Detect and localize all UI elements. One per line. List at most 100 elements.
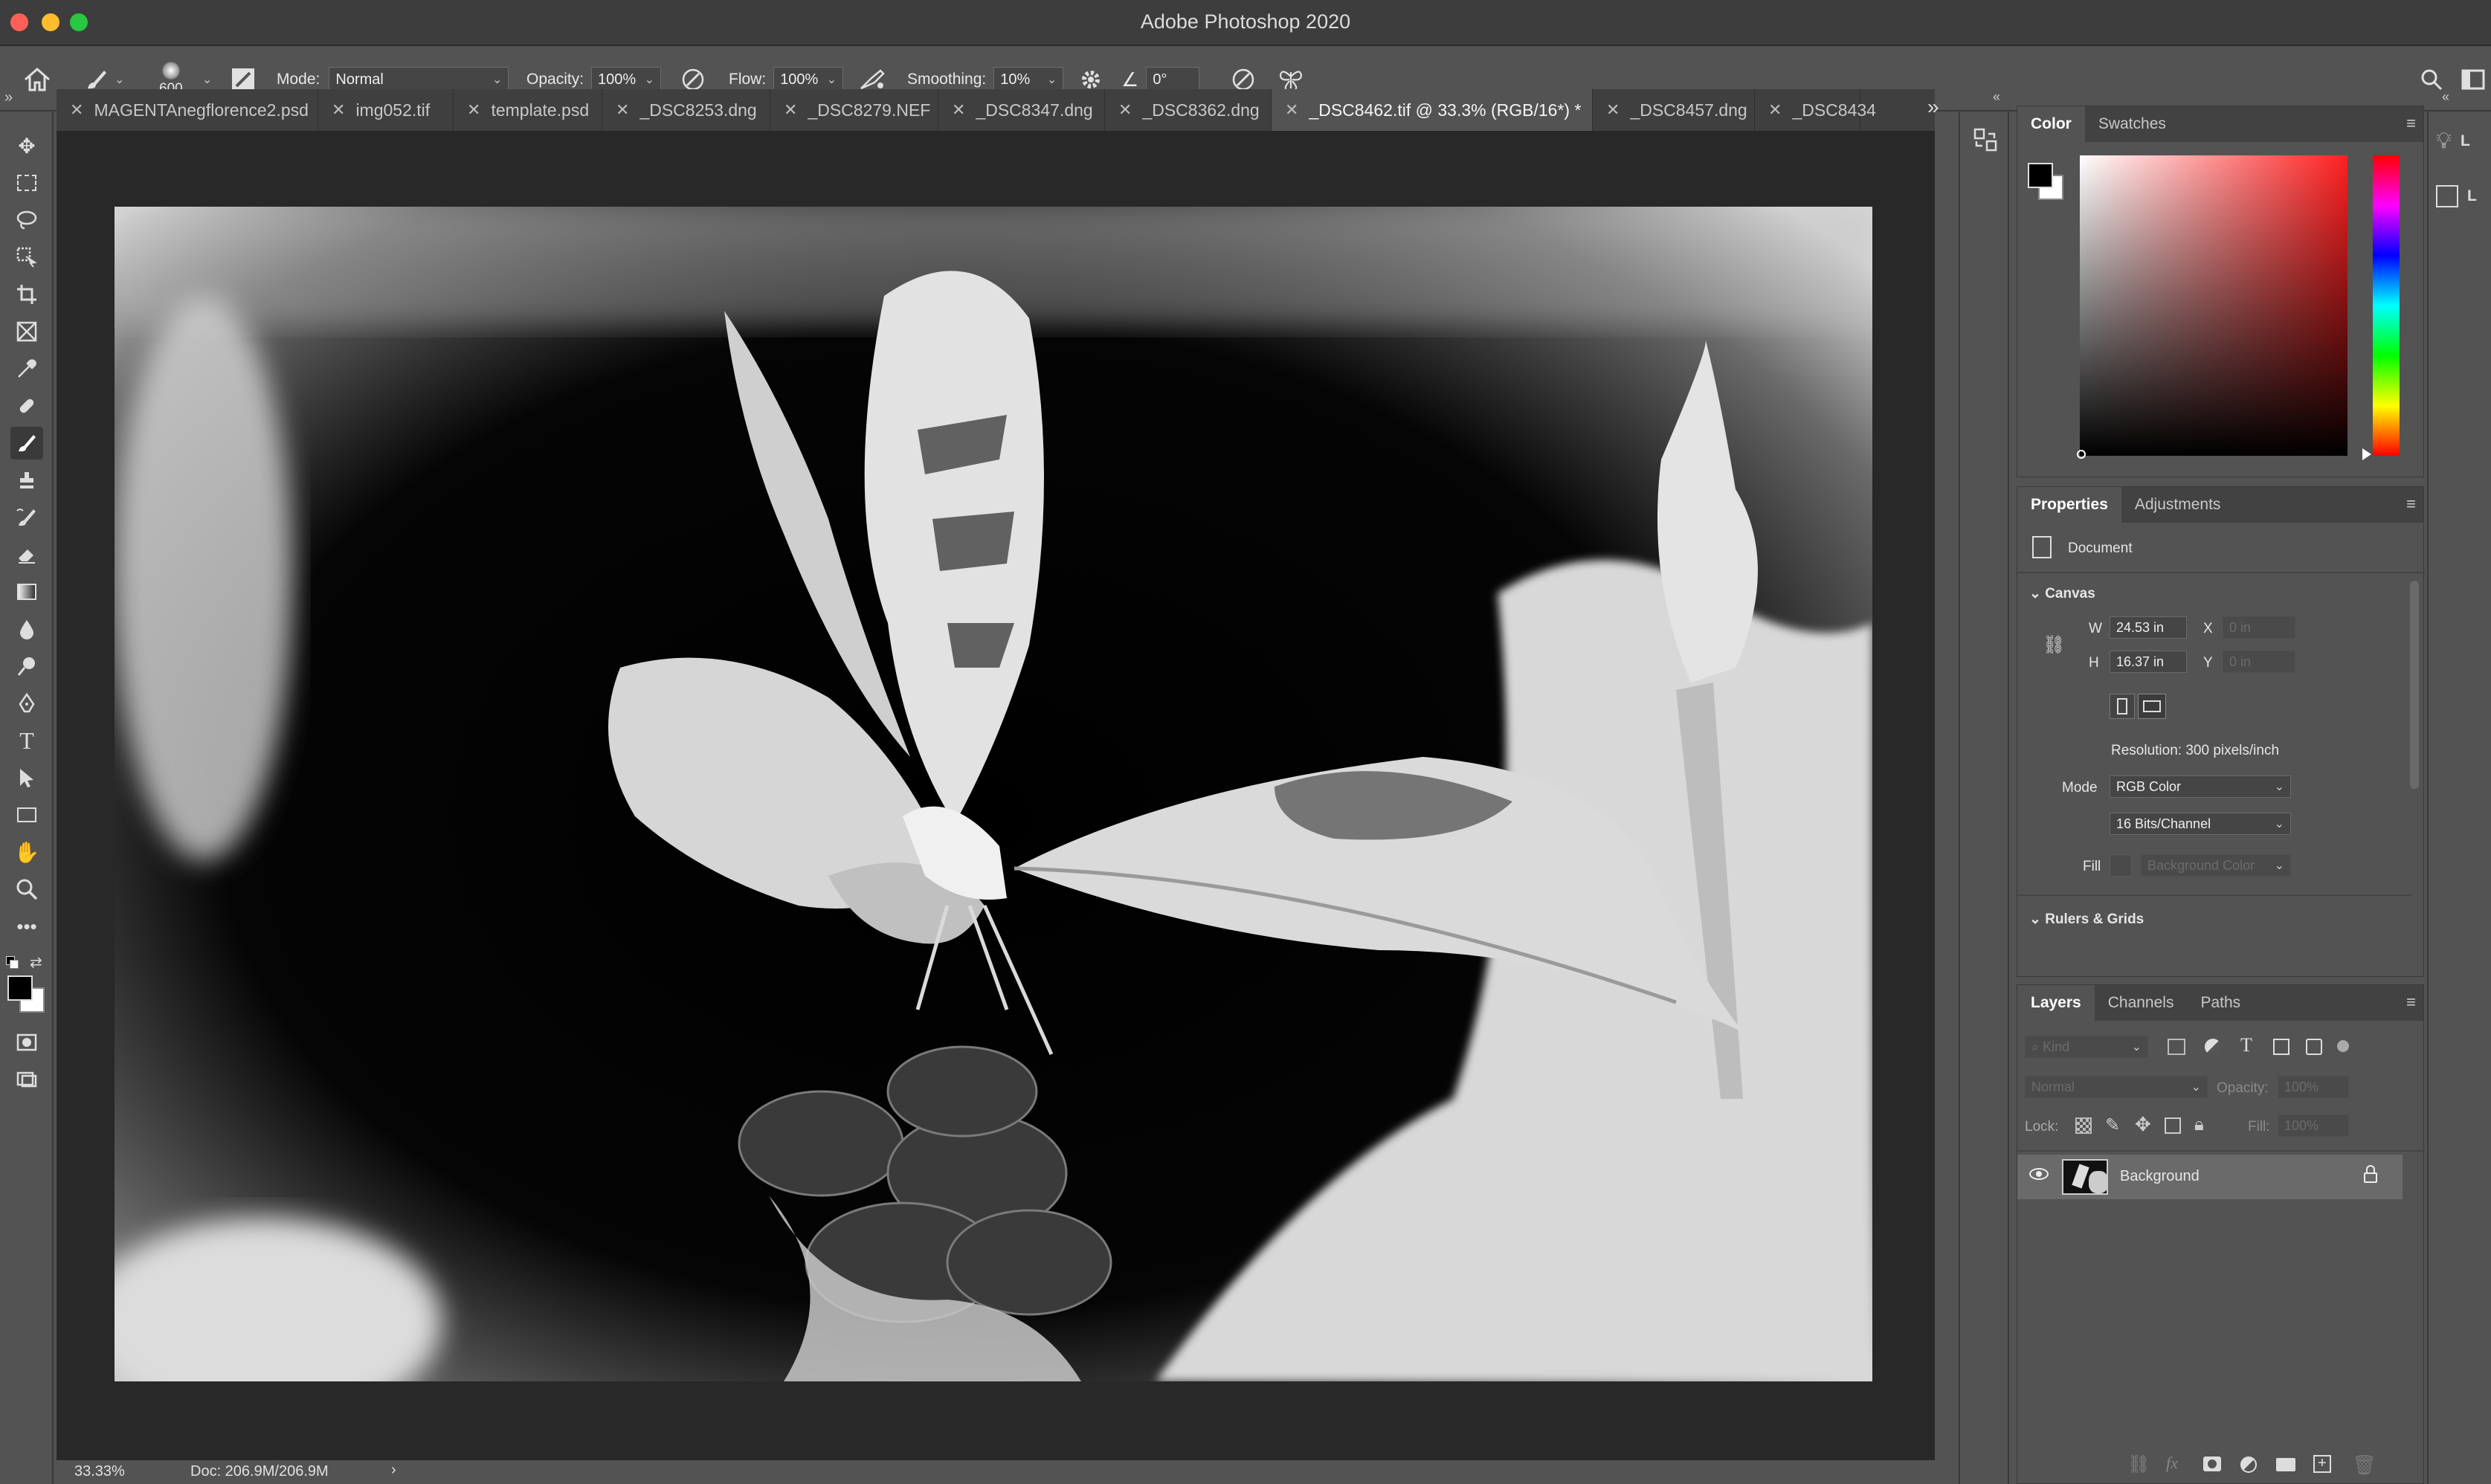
quick-mask-icon[interactable] [10,1026,43,1059]
filter-type-icon[interactable]: T [2240,1034,2252,1056]
close-tab-icon[interactable]: ✕ [1285,100,1298,120]
lock-all-icon[interactable]: 🔒︎ [2194,1114,2204,1135]
adjustment-layer-icon[interactable] [2240,1456,2257,1473]
foreground-color-swatch[interactable] [7,975,33,1001]
filter-toggle-icon[interactable] [2337,1040,2349,1052]
hue-slider[interactable] [2373,155,2400,456]
tab-paths[interactable]: Paths [2187,985,2254,1021]
move-tool-icon[interactable]: ✥ [10,129,43,162]
opacity-input[interactable]: 100% ⌄ [591,67,662,92]
filter-smart-object-icon[interactable] [2306,1039,2322,1055]
collapse-toolbar-icon[interactable]: » [4,89,13,106]
layer-row[interactable]: Background [2017,1155,2403,1199]
panel-menu-icon[interactable]: ≡ [2406,114,2416,133]
search-icon[interactable] [2420,48,2443,112]
landscape-orientation-icon[interactable] [2138,694,2166,719]
lock-image-pixels-icon[interactable]: ✎ [2105,1114,2120,1136]
tab-layers[interactable]: Layers [2017,985,2095,1021]
delete-layer-icon[interactable]: 🗑︎ [2352,1454,2376,1477]
properties-scrollbar[interactable] [2410,581,2419,789]
close-tab-icon[interactable]: ✕ [784,100,797,120]
color-field[interactable] [2080,155,2347,456]
default-colors-icon[interactable] [6,956,19,970]
dodge-tool-icon[interactable] [10,650,43,683]
lock-artboard-icon[interactable] [2165,1117,2181,1134]
layer-style-icon[interactable]: fx [2166,1454,2178,1473]
tab-document-active[interactable]: ✕ _DSC8462.tif @ 33.3% (RGB/16*) * [1272,89,1593,131]
bit-depth-select[interactable]: 16 Bits/Channel ⌄ [2110,813,2291,835]
marquee-tool-icon[interactable] [10,167,43,199]
rulers-grids-section-toggle[interactable]: ⌄ Rulers & Grids [2029,911,2144,928]
eraser-tool-icon[interactable] [10,538,43,571]
zoom-tool-icon[interactable] [10,873,43,906]
link-dimensions-icon[interactable]: ⛓ [2043,634,2065,656]
close-tab-icon[interactable]: ✕ [70,100,83,120]
layer-kind-filter[interactable]: ⌕ Kind ⌄ [2025,1036,2148,1058]
rectangle-tool-icon[interactable] [10,799,43,831]
tab-document[interactable]: ✕ _DSC8457.dng [1593,89,1755,131]
canvas-height-input[interactable]: 16.37 in [2110,651,2187,673]
close-tab-icon[interactable]: ✕ [616,100,629,120]
portrait-orientation-icon[interactable] [2110,694,2135,719]
tab-document[interactable]: ✕ MAGENTAnegflorence2.psd [57,89,318,131]
eye-icon[interactable] [2029,1168,2049,1180]
history-panel-icon[interactable] [1972,126,1999,153]
collapse-dock-icon[interactable]: « [2442,89,2449,105]
panel-menu-icon[interactable]: ≡ [2406,993,2416,1012]
screen-mode-icon[interactable] [10,1063,43,1096]
zoom-level[interactable]: 33.33% [74,1463,125,1480]
path-selection-tool-icon[interactable] [10,761,43,794]
object-selection-tool-icon[interactable] [10,241,43,274]
gradient-tool-icon[interactable] [10,575,43,608]
tab-document[interactable]: ✕ _DSC8279.NEF [770,89,938,131]
workspace-layout-icon[interactable] [2461,48,2485,112]
lock-position-icon[interactable]: ✥ [2135,1113,2151,1136]
brush-tool-icon[interactable] [10,427,43,459]
hand-tool-icon[interactable]: ✋ [10,836,43,868]
tab-document[interactable]: ✕ _DSC8434 [1755,89,1876,131]
smoothing-input[interactable]: 10% ⌄ [993,67,1064,92]
panel-fg-color-swatch[interactable] [2028,163,2053,188]
document-canvas[interactable] [115,207,1872,1381]
tab-document[interactable]: ✕ _DSC8362.dng [1105,89,1272,131]
mode-select[interactable]: Normal ⌄ [329,67,509,92]
hue-slider-handle-icon[interactable] [2362,448,2371,460]
new-layer-icon[interactable]: + [2313,1455,2331,1473]
lock-transparent-pixels-icon[interactable] [2075,1117,2092,1134]
close-tab-icon[interactable]: ✕ [467,100,480,120]
blur-tool-icon[interactable] [10,613,43,645]
pen-tool-icon[interactable] [10,687,43,720]
filter-pixel-icon[interactable] [2168,1039,2185,1055]
more-tools-icon[interactable]: ••• [10,910,43,943]
eyedropper-tool-icon[interactable] [10,352,43,385]
canvas-width-input[interactable]: 24.53 in [2110,616,2187,639]
filter-shape-icon[interactable] [2273,1039,2289,1055]
tab-document[interactable]: ✕ _DSC8347.dng [938,89,1105,131]
panel-menu-icon[interactable]: ≡ [2406,494,2416,514]
tab-adjustments[interactable]: Adjustments [2121,487,2234,523]
close-tab-icon[interactable]: ✕ [1606,100,1620,120]
filter-adjustment-icon[interactable] [2205,1039,2221,1055]
angle-input[interactable]: 0° [1146,67,1200,92]
status-menu-arrow-icon[interactable]: › [391,1462,396,1479]
swap-colors-icon[interactable]: ⇄ [30,953,42,972]
learn-panel-button[interactable]: 💡︎ L [2436,126,2470,156]
flow-input[interactable]: 100% ⌄ [773,67,844,92]
add-mask-icon[interactable] [2203,1456,2221,1471]
crop-tool-icon[interactable] [10,278,43,311]
more-tabs-icon[interactable]: » [1927,95,1939,119]
clone-stamp-tool-icon[interactable] [10,464,43,497]
tab-properties[interactable]: Properties [2017,487,2121,523]
home-icon[interactable] [22,48,52,112]
frame-tool-icon[interactable] [10,315,43,348]
tab-color[interactable]: Color [2017,106,2085,142]
tab-swatches[interactable]: Swatches [2085,106,2179,142]
close-tab-icon[interactable]: ✕ [1768,100,1782,120]
lasso-tool-icon[interactable] [10,204,43,236]
tab-document[interactable]: ✕ _DSC8253.dng [602,89,770,131]
close-tab-icon[interactable]: ✕ [1118,100,1132,120]
tab-document[interactable]: ✕ template.psd [454,89,602,131]
chevron-down-icon[interactable]: ⌄ [202,72,212,87]
history-brush-tool-icon[interactable] [10,501,43,534]
new-group-icon[interactable] [2276,1458,2295,1471]
